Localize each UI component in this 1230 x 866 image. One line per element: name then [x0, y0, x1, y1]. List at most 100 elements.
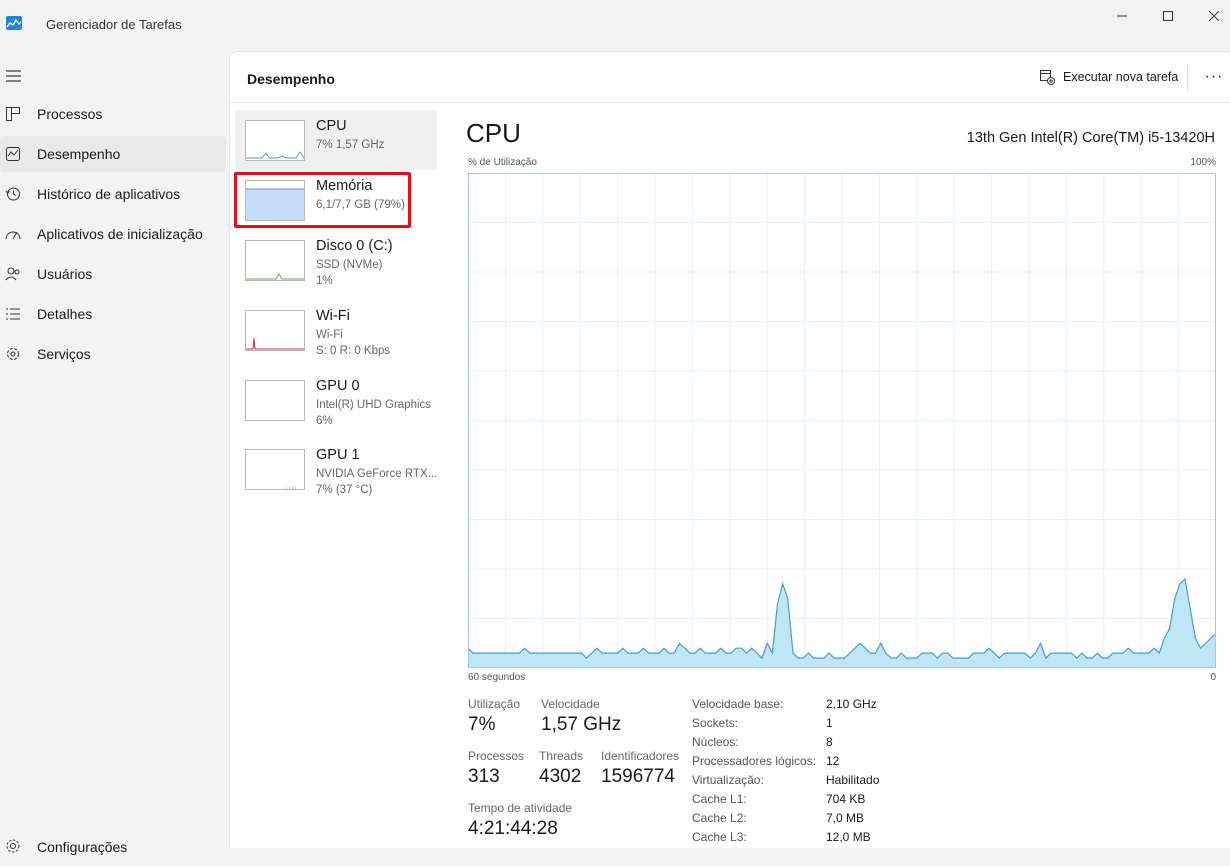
sidebar-item-label: Usuários — [37, 266, 93, 282]
sidebar-item-label: Histórico de aplicativos — [37, 186, 181, 202]
device-usage: 7% (37 °C) — [316, 484, 373, 496]
sidebar-item-configuracoes[interactable]: Configurações — [0, 830, 226, 866]
task-manager-app-icon — [6, 16, 22, 30]
sidebar-item-historico[interactable]: Histórico de aplicativos — [0, 176, 226, 212]
minimize-icon — [1117, 15, 1127, 17]
sidebar-item-usuarios[interactable]: Usuários — [0, 256, 226, 292]
speed-value: 1,57 GHz — [541, 714, 622, 735]
device-detail: Intel(R) UHD Graphics — [316, 399, 432, 411]
memory-highlight-box — [234, 172, 411, 228]
handles-label: Identificadores — [601, 749, 680, 763]
sidebar-item-processos[interactable]: Processos — [0, 96, 226, 132]
run-new-task-label: Executar nova tarefa — [1063, 70, 1179, 84]
services-icon — [7, 348, 19, 360]
info-value: 8 — [826, 735, 833, 749]
header-divider — [1187, 65, 1188, 91]
sidebar-item-desempenho[interactable]: Desempenho — [0, 136, 226, 172]
device-item-disco[interactable]: Disco 0 (C:) SSD (NVMe) 1% — [235, 230, 437, 290]
device-throughput: S: 0 R: 0 Kbps — [316, 345, 391, 357]
time-axis-right-label: 0 — [1210, 672, 1216, 683]
maximize-icon — [1163, 11, 1173, 21]
handles-value: 1596774 — [601, 766, 675, 787]
main-content: Desempenho Executar nova tarefa ··· CPU … — [229, 51, 1230, 848]
sidebar-item-inicializacao[interactable]: Aplicativos de inicialização — [0, 216, 226, 252]
sidebar-item-detalhes[interactable]: Detalhes — [0, 296, 226, 332]
gpu1-thumbnail — [245, 449, 305, 490]
window-title: Gerenciador de Tarefas — [46, 17, 182, 32]
sidebar-item-label: Serviços — [37, 346, 91, 362]
new-task-icon — [1040, 70, 1055, 85]
settings-label: Configurações — [37, 839, 128, 855]
device-item-gpu0[interactable]: GPU 0 Intel(R) UHD Graphics 6% — [235, 370, 437, 430]
cpu-utilization-graph — [468, 173, 1216, 668]
utilization-value: 7% — [468, 714, 496, 735]
info-value: 7,0 MB — [826, 811, 865, 825]
uptime-value: 4:21:44:28 — [468, 818, 558, 839]
cpu-thumbnail — [245, 120, 305, 161]
time-axis-left-label: 60 segundos — [468, 672, 526, 683]
maximize-button[interactable] — [1145, 6, 1191, 26]
utilization-max-label: 100% — [1190, 157, 1216, 168]
sidebar-item-label: Desempenho — [37, 146, 121, 162]
more-options-button[interactable]: ··· — [1202, 66, 1226, 88]
title-bar: Gerenciador de Tarefas — [0, 0, 1230, 48]
device-name: Disco 0 (C:) — [316, 238, 393, 254]
device-item-cpu[interactable]: CPU 7% 1,57 GHz — [235, 110, 437, 170]
wifi-thumbnail — [245, 310, 305, 351]
disk-mini-graph — [246, 273, 304, 280]
cpu-mini-graph — [246, 151, 304, 159]
info-value: 12 — [826, 754, 840, 768]
info-value: 1 — [826, 716, 833, 730]
graph-grid — [468, 173, 1216, 668]
device-item-gpu1[interactable]: GPU 1 NVIDIA GeForce RTX... 7% (37 °C) — [235, 439, 437, 499]
info-label: Processadores lógicos: — [692, 754, 817, 768]
info-label: Cache L2: — [692, 811, 747, 825]
info-value: 704 KB — [826, 792, 866, 806]
info-label: Núcleos: — [692, 735, 739, 749]
minimize-button[interactable] — [1099, 6, 1145, 26]
sidebar-item-label: Processos — [37, 106, 103, 122]
device-detail: Wi-Fi — [316, 329, 343, 341]
users-icon — [5, 267, 20, 281]
info-label: Sockets: — [692, 716, 739, 730]
startup-icon — [5, 231, 21, 240]
disk-thumbnail — [245, 240, 305, 281]
info-label: Cache L1: — [692, 792, 747, 806]
device-usage: 1% — [316, 275, 333, 287]
sidebar-item-servicos[interactable]: Serviços — [0, 336, 226, 372]
threads-value: 4302 — [539, 766, 582, 787]
performance-icon — [6, 147, 20, 161]
info-label: Virtualização: — [692, 773, 764, 787]
device-name: Wi-Fi — [316, 308, 350, 324]
close-icon — [1209, 11, 1219, 21]
gear-icon — [6, 839, 20, 853]
info-value: 2,10 GHz — [826, 697, 877, 711]
processes-value: 313 — [468, 766, 500, 787]
wifi-mini-graph — [246, 337, 304, 350]
utilization-axis-label: % de Utilização — [468, 157, 537, 168]
device-name: GPU 0 — [316, 378, 360, 394]
close-button[interactable] — [1191, 6, 1230, 26]
page-title: Desempenho — [247, 71, 335, 87]
info-value: 12,0 MB — [826, 830, 871, 844]
device-item-wifi[interactable]: Wi-Fi Wi-Fi S: 0 R: 0 Kbps — [235, 300, 437, 360]
device-detail: NVIDIA GeForce RTX... — [316, 468, 438, 480]
run-new-task-button[interactable]: Executar nova tarefa — [1039, 66, 1178, 88]
cpu-model: 13th Gen Intel(R) Core(TM) i5-13420H — [966, 130, 1215, 146]
sidebar-nav: Processos Desempenho Histórico de aplica… — [0, 96, 228, 376]
gpu1-mini-graph — [286, 487, 296, 489]
device-name: GPU 1 — [316, 447, 360, 463]
sidebar-item-label: Detalhes — [37, 306, 93, 322]
uptime-label: Tempo de atividade — [468, 801, 573, 815]
history-icon — [5, 187, 20, 201]
threads-label: Threads — [539, 749, 584, 763]
menu-icon[interactable] — [5, 68, 23, 84]
details-icon — [6, 308, 20, 320]
sidebar-item-label: Aplicativos de inicialização — [37, 226, 203, 242]
device-detail: SSD (NVMe) — [316, 259, 383, 271]
processes-label: Processos — [468, 749, 525, 763]
info-label: Velocidade base: — [692, 697, 784, 711]
device-usage: 6% — [316, 415, 333, 427]
processes-icon — [6, 107, 20, 121]
cpu-title: CPU — [466, 118, 521, 148]
